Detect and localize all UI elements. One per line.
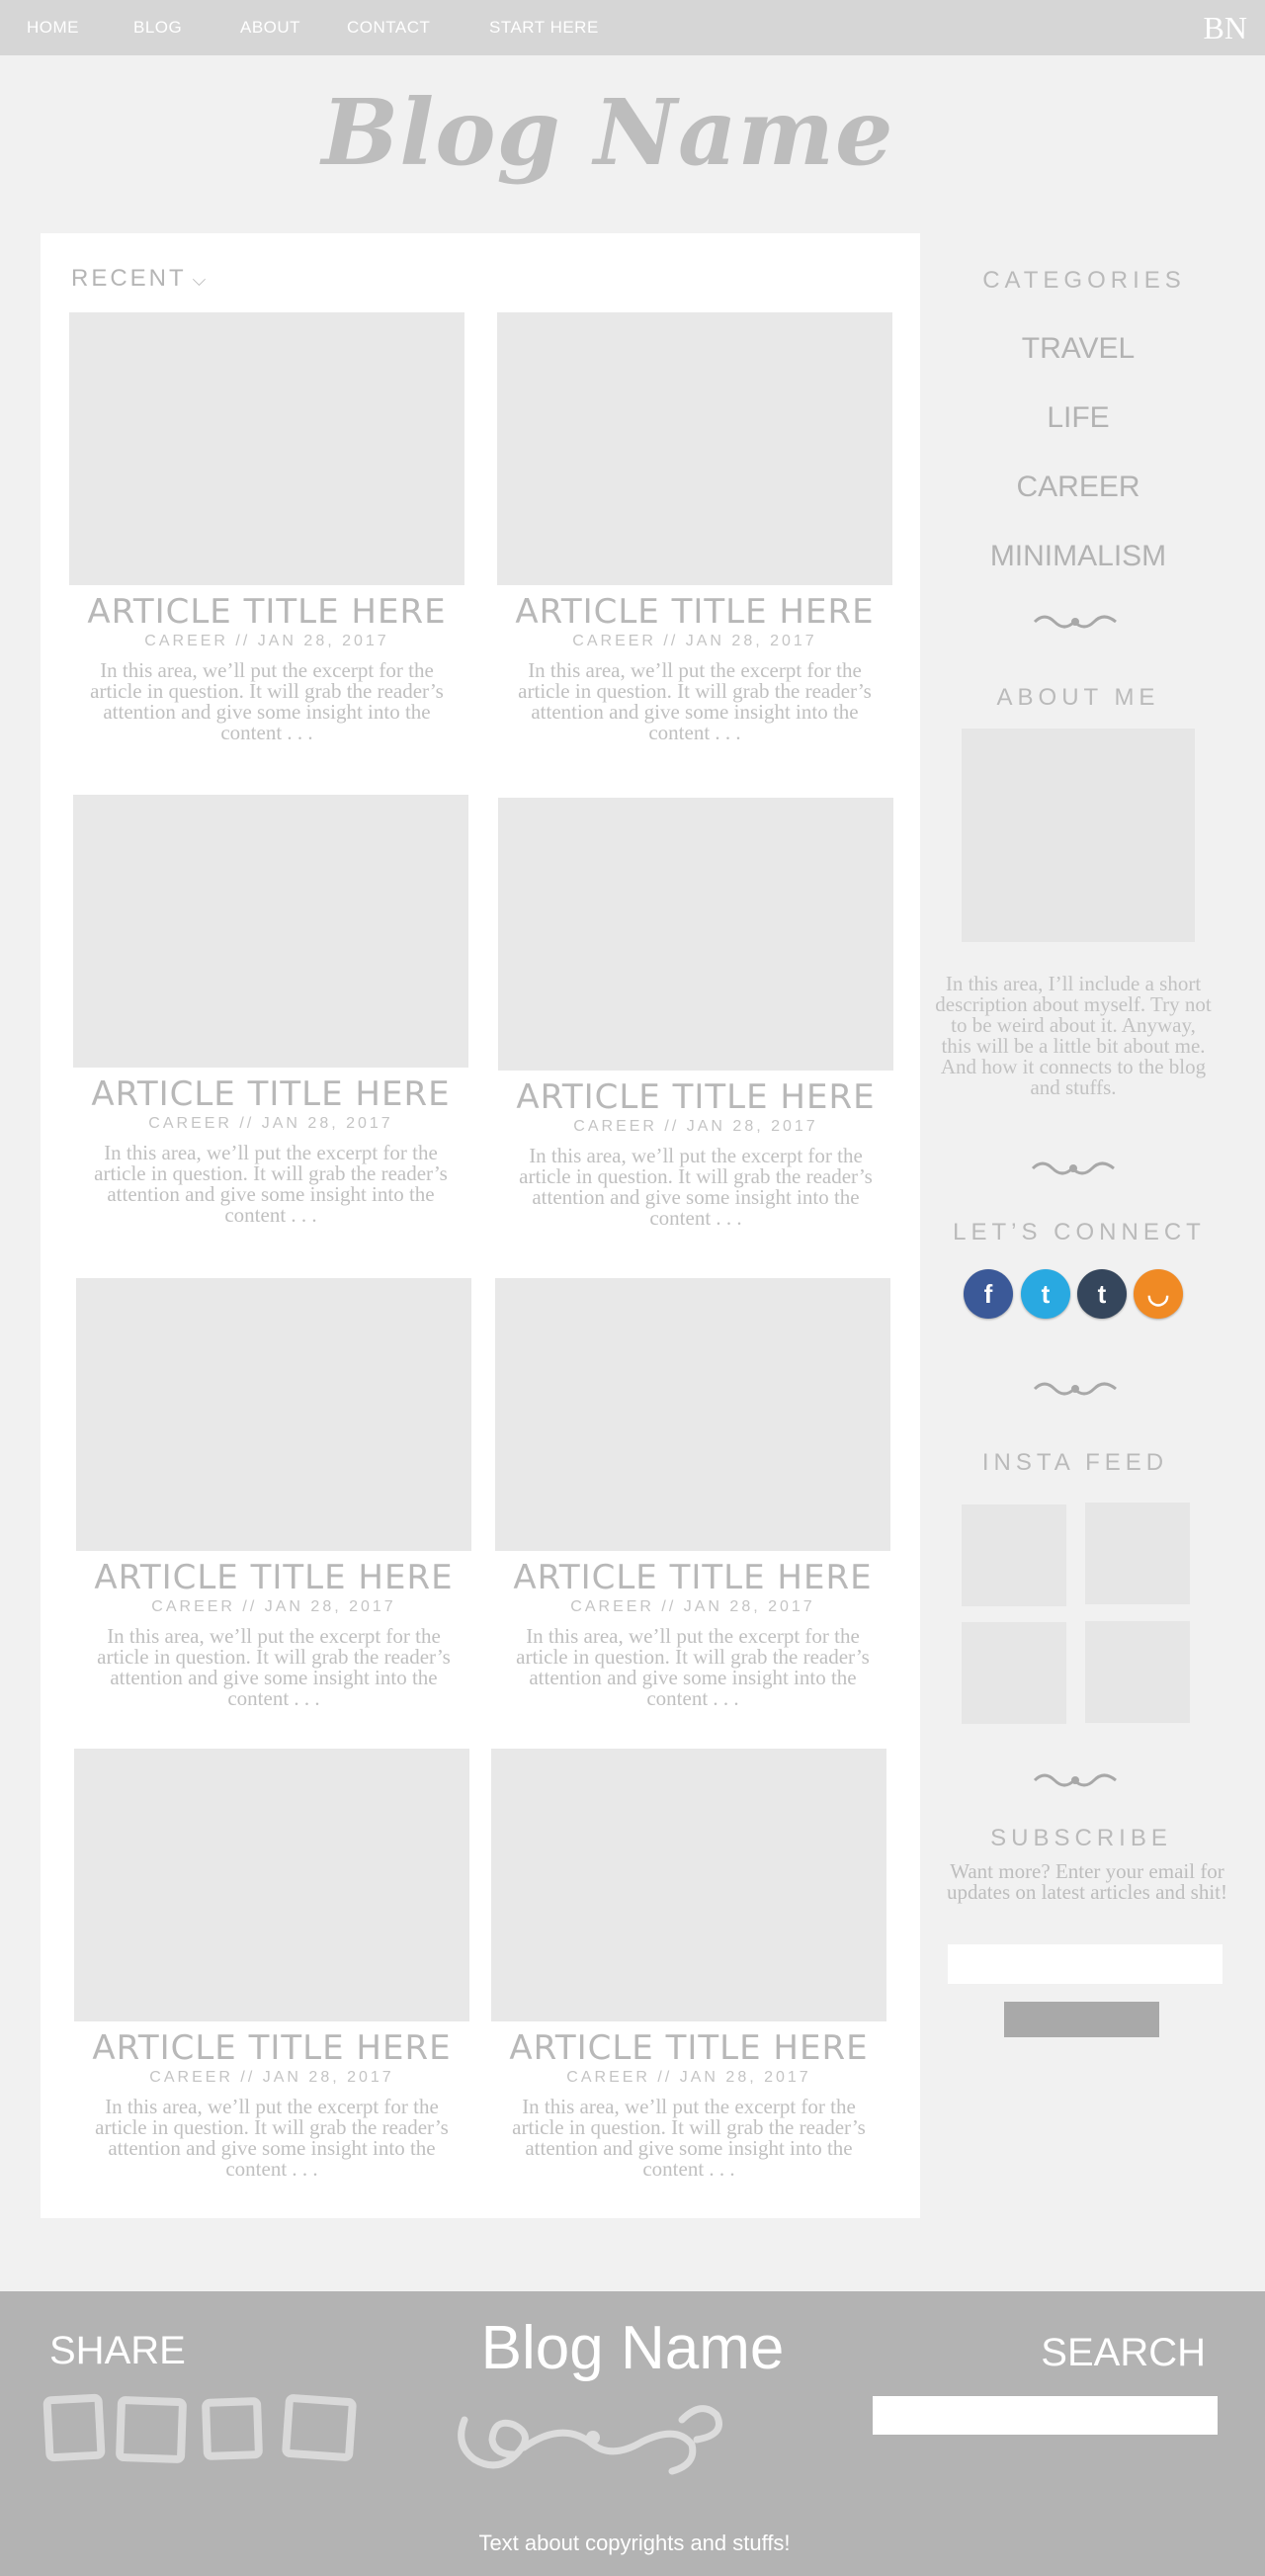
post-meta: CAREER // JAN 28, 2017 xyxy=(144,633,389,649)
nav-home[interactable]: HOME xyxy=(27,18,79,38)
subscribe-button[interactable] xyxy=(1004,2002,1159,2037)
post-meta: CAREER // JAN 28, 2017 xyxy=(573,1118,818,1135)
insta-heading: INSTA FEED xyxy=(981,1449,1169,1476)
nav-about[interactable]: ABOUT xyxy=(240,18,300,38)
copyright-text: Text about copyrights and stuffs! xyxy=(478,2531,791,2555)
post-title[interactable]: ARTICLE TITLE HERE xyxy=(69,595,464,629)
footer-search-input[interactable] xyxy=(873,2396,1218,2435)
twitter-icon[interactable]: t xyxy=(1021,1269,1070,1319)
nav-start-here[interactable]: START HERE xyxy=(489,18,599,38)
share-button-icon[interactable] xyxy=(201,2396,264,2461)
share-button-icon[interactable] xyxy=(281,2393,358,2462)
post-thumbnail[interactable] xyxy=(74,1749,469,2021)
category-career[interactable]: CAREER xyxy=(930,471,1226,504)
post-card: ARTICLE TITLE HERE CAREER // JAN 28, 201… xyxy=(495,1278,890,1709)
post-excerpt: In this area, we’ll put the excerpt for … xyxy=(95,2095,449,2181)
rss-icon[interactable]: ◡ xyxy=(1134,1269,1183,1319)
post-excerpt: In this area, we’ll put the excerpt for … xyxy=(516,1624,870,1710)
post-meta: CAREER // JAN 28, 2017 xyxy=(570,1598,815,1615)
nav-blog[interactable]: BLOG xyxy=(133,18,182,38)
flourish-divider-icon xyxy=(1033,1773,1117,1787)
insta-photo[interactable] xyxy=(962,1504,1066,1606)
post-excerpt: In this area, we’ll put the excerpt for … xyxy=(518,658,872,744)
post-title[interactable]: ARTICLE TITLE HERE xyxy=(76,1561,471,1594)
blog-title[interactable]: Blog Name xyxy=(0,79,1216,186)
post-card: ARTICLE TITLE HERE CAREER // JAN 28, 201… xyxy=(491,1749,886,2180)
insta-photo[interactable] xyxy=(962,1622,1066,1724)
category-minimalism[interactable]: MINIMALISM xyxy=(930,540,1226,573)
share-label: SHARE xyxy=(49,2329,186,2372)
post-meta: CAREER // JAN 28, 2017 xyxy=(149,2069,394,2086)
post-meta: CAREER // JAN 28, 2017 xyxy=(566,2069,811,2086)
post-excerpt: In this area, we’ll put the excerpt for … xyxy=(519,1144,873,1230)
subscribe-email-input[interactable] xyxy=(948,1944,1223,1984)
share-button-icon[interactable] xyxy=(42,2393,106,2462)
footer: SHARE Blog Name SEARCH Text about copyri… xyxy=(0,2291,1265,2576)
search-label: SEARCH xyxy=(1041,2331,1206,2374)
share-button-icon[interactable] xyxy=(115,2395,188,2464)
post-thumbnail[interactable] xyxy=(69,312,464,585)
insta-photo[interactable] xyxy=(1085,1503,1190,1604)
post-excerpt: In this area, we’ll put the excerpt for … xyxy=(512,2095,866,2181)
category-travel[interactable]: TRAVEL xyxy=(930,332,1226,366)
categories-heading: CATEGORIES xyxy=(982,267,1186,294)
post-card: ARTICLE TITLE HERE CAREER // JAN 28, 201… xyxy=(497,312,892,743)
facebook-icon[interactable]: f xyxy=(964,1269,1013,1319)
chevron-down-icon: ⌵ xyxy=(192,270,210,290)
post-card: ARTICLE TITLE HERE CAREER // JAN 28, 201… xyxy=(69,312,464,743)
top-nav-bar: HOME BLOG ABOUT CONTACT START HERE BN xyxy=(0,0,1265,55)
about-description: In this area, I’ll include a short descr… xyxy=(935,972,1212,1099)
post-excerpt: In this area, we’ll put the excerpt for … xyxy=(90,658,444,744)
post-thumbnail[interactable] xyxy=(73,795,468,1068)
post-title[interactable]: ARTICLE TITLE HERE xyxy=(73,1077,468,1111)
post-thumbnail[interactable] xyxy=(491,1749,886,2021)
post-card: ARTICLE TITLE HERE CAREER // JAN 28, 201… xyxy=(498,798,893,1229)
post-title[interactable]: ARTICLE TITLE HERE xyxy=(498,1080,893,1114)
post-title[interactable]: ARTICLE TITLE HERE xyxy=(74,2031,469,2065)
footer-blog-name[interactable]: Blog Name xyxy=(435,2313,830,2383)
post-excerpt: In this area, we’ll put the excerpt for … xyxy=(94,1141,448,1227)
flourish-ornament-icon xyxy=(458,2405,722,2475)
post-title[interactable]: ARTICLE TITLE HERE xyxy=(491,2031,886,2065)
flourish-divider-icon xyxy=(1031,1161,1115,1175)
recent-label: RECENT xyxy=(71,265,187,292)
category-life[interactable]: LIFE xyxy=(930,401,1226,435)
post-title[interactable]: ARTICLE TITLE HERE xyxy=(497,595,892,629)
post-card: ARTICLE TITLE HERE CAREER // JAN 28, 201… xyxy=(74,1749,469,2180)
post-card: ARTICLE TITLE HERE CAREER // JAN 28, 201… xyxy=(76,1278,471,1709)
post-meta: CAREER // JAN 28, 2017 xyxy=(151,1598,396,1615)
flourish-divider-icon xyxy=(1033,615,1117,629)
nav-contact[interactable]: CONTACT xyxy=(347,18,430,38)
post-thumbnail[interactable] xyxy=(498,798,893,1071)
post-thumbnail[interactable] xyxy=(76,1278,471,1551)
post-thumbnail[interactable] xyxy=(495,1278,890,1551)
subscribe-description: Want more? Enter your email for updates … xyxy=(946,1859,1227,1904)
subscribe-heading: SUBSCRIBE xyxy=(990,1825,1172,1851)
post-excerpt: In this area, we’ll put the excerpt for … xyxy=(97,1624,451,1710)
recent-dropdown[interactable]: RECENT ⌵ xyxy=(71,265,209,293)
tumblr-icon[interactable]: t xyxy=(1077,1269,1127,1319)
monogram-logo[interactable]: BN xyxy=(1204,10,1247,46)
post-meta: CAREER // JAN 28, 2017 xyxy=(572,633,817,649)
post-thumbnail[interactable] xyxy=(497,312,892,585)
about-heading: ABOUT ME xyxy=(996,684,1160,711)
post-card: ARTICLE TITLE HERE CAREER // JAN 28, 201… xyxy=(73,795,468,1226)
connect-heading: LET’S CONNECT xyxy=(953,1219,1206,1245)
insta-photo[interactable] xyxy=(1085,1621,1190,1723)
flourish-divider-icon xyxy=(1033,1382,1117,1396)
about-photo xyxy=(962,729,1195,942)
post-title[interactable]: ARTICLE TITLE HERE xyxy=(495,1561,890,1594)
post-meta: CAREER // JAN 28, 2017 xyxy=(148,1115,393,1132)
